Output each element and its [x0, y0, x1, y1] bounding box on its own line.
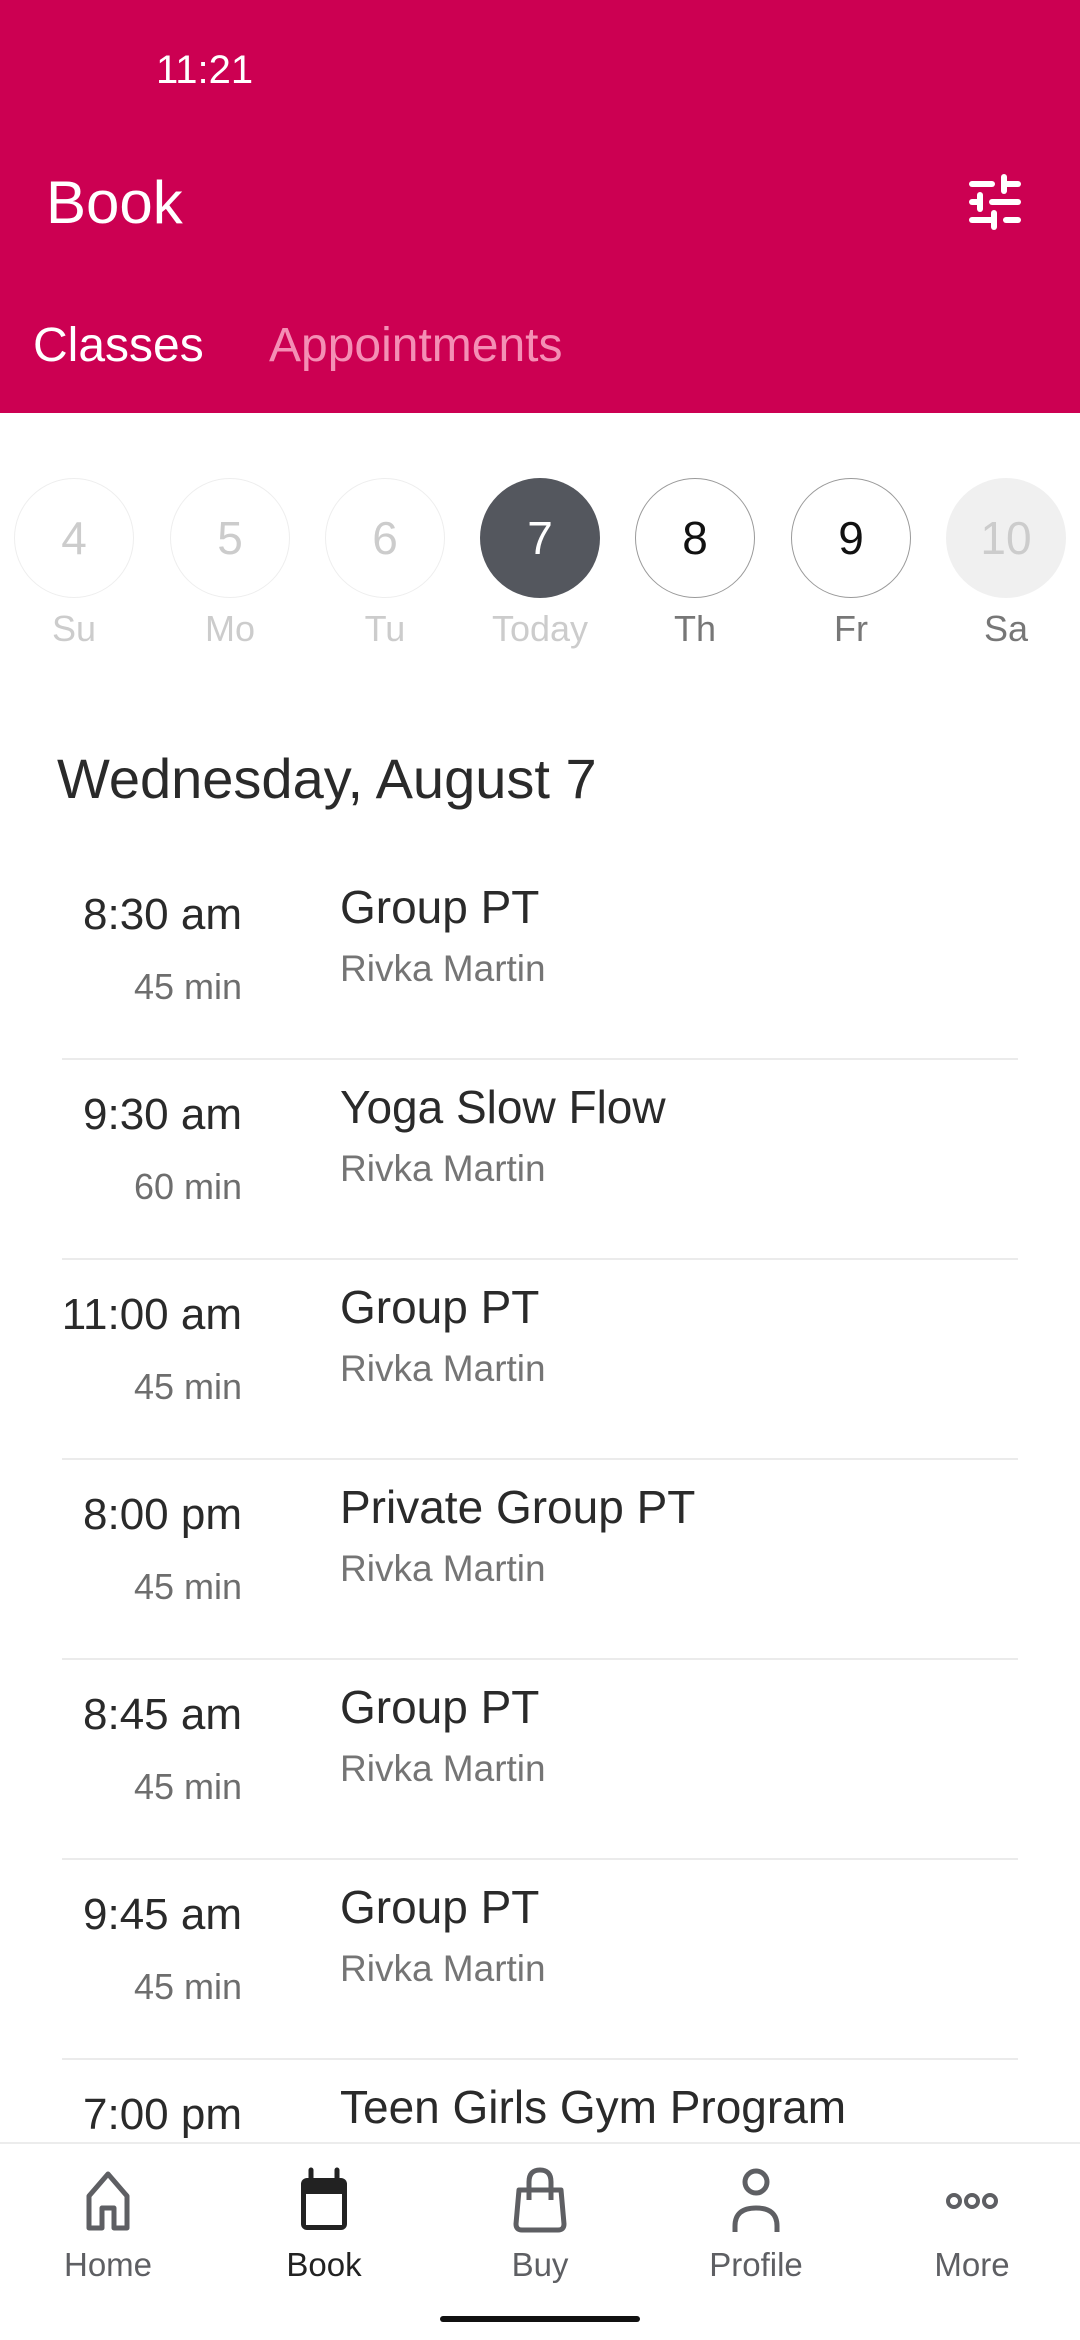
class-time: 9:30 am — [83, 1090, 242, 1139]
class-name: Group PT — [340, 1281, 540, 1333]
app-header: 11:21 Book Classes Appointments — [0, 0, 1080, 413]
class-time: 8:00 pm — [83, 1490, 242, 1539]
class-name: Teen Girls Gym Program — [340, 2081, 847, 2133]
status-bar-time: 11:21 — [156, 48, 254, 92]
class-name: Group PT — [340, 881, 540, 933]
nav-profile[interactable]: Profile — [676, 2166, 836, 2284]
day-today[interactable]: 7 Today — [480, 478, 600, 650]
class-row[interactable]: 9:45 am Group PT 45 min Rivka Martin — [0, 1860, 1080, 2060]
day-label: Mo — [204, 608, 255, 649]
nav-book[interactable]: Book — [244, 2166, 404, 2284]
class-instructor: Rivka Martin — [340, 1948, 546, 1989]
more-dots-icon — [946, 2193, 998, 2209]
class-time: 11:00 am — [61, 1290, 242, 1339]
day-label: Sa — [983, 608, 1029, 649]
class-list: 8:30 am Group PT 45 min Rivka Martin 9:30 am… — [0, 860, 1080, 2142]
day-sa[interactable]: 10 Sa — [946, 478, 1066, 650]
class-duration: 45 min — [133, 966, 242, 1007]
day-label: Su — [51, 608, 97, 649]
class-duration: 60 min — [133, 1166, 242, 1207]
day-number: 9 — [791, 478, 911, 598]
filter-button[interactable] — [968, 174, 1024, 230]
class-instructor: Rivka Martin — [340, 1148, 546, 1189]
class-time: 7:00 pm — [83, 2090, 242, 2139]
day-number: 8 — [635, 478, 755, 598]
class-instructor: Rivka Martin — [340, 948, 546, 989]
page-title: Book — [46, 169, 183, 236]
tab-classes[interactable]: Classes — [33, 318, 204, 373]
class-duration: 45 min — [133, 1966, 242, 2007]
class-time: 8:45 am — [83, 1690, 242, 1739]
class-instructor: Rivka Martin — [340, 1348, 546, 1389]
day-tu[interactable]: 6 Tu — [325, 478, 445, 650]
class-row[interactable]: 7:00 pm Teen Girls Gym Program — [0, 2060, 1080, 2142]
nav-label: Home — [63, 2246, 153, 2283]
class-duration: 45 min — [133, 1566, 242, 1607]
class-name: Yoga Slow Flow — [340, 1081, 666, 1133]
class-name: Group PT — [340, 1881, 540, 1933]
day-label: Tu — [364, 608, 406, 649]
home-icon — [86, 2171, 130, 2231]
class-name: Private Group PT — [340, 1481, 696, 1533]
nav-label: More — [934, 2246, 1010, 2283]
class-duration: 45 min — [133, 1366, 242, 1407]
class-row[interactable]: 9:30 am Yoga Slow Flow 60 min Rivka Martin — [0, 1060, 1080, 1260]
nav-buy[interactable]: Buy — [460, 2166, 620, 2284]
nav-home[interactable]: Home — [28, 2166, 188, 2284]
class-row[interactable]: 11:00 am Group PT 45 min Rivka Martin — [0, 1260, 1080, 1460]
sliders-icon — [969, 174, 1021, 230]
day-fr[interactable]: 9 Fr — [791, 478, 911, 650]
day-number: 4 — [14, 478, 134, 598]
day-label: Fr — [834, 608, 868, 649]
class-name: Group PT — [340, 1681, 540, 1733]
day-number: 5 — [170, 478, 290, 598]
nav-label: Profile — [709, 2246, 803, 2283]
bottom-nav: Home Book Buy Profile More — [0, 2142, 1080, 2340]
class-instructor: Rivka Martin — [340, 1548, 546, 1589]
nav-label: Book — [286, 2246, 362, 2283]
person-icon — [732, 2168, 780, 2232]
class-instructor: Rivka Martin — [340, 1748, 546, 1789]
shopping-bag-icon — [513, 2167, 567, 2233]
day-mo[interactable]: 5 Mo — [170, 478, 290, 650]
class-row[interactable]: 8:00 pm Private Group PT 45 min Rivka Marti… — [0, 1460, 1080, 1660]
class-time: 9:45 am — [83, 1890, 242, 1939]
nav-more[interactable]: More — [892, 2166, 1052, 2284]
day-number: 10 — [946, 478, 1066, 598]
class-time: 8:30 am — [83, 890, 242, 939]
class-row[interactable]: 8:45 am Group PT 45 min Rivka Martin — [0, 1660, 1080, 1860]
nav-label: Buy — [511, 2246, 569, 2283]
day-su[interactable]: 4 Su — [14, 478, 134, 650]
day-selector: 4 Su 5 Mo 6 Tu 7 Today 8 Th 9 Fr 10 Sa — [0, 478, 1080, 658]
date-heading: Wednesday, August 7 — [57, 747, 597, 810]
day-label: Today — [491, 608, 589, 649]
home-indicator — [440, 2316, 640, 2322]
calendar-icon — [301, 2167, 347, 2230]
day-number: 6 — [325, 478, 445, 598]
day-label: Th — [673, 608, 716, 649]
class-duration: 45 min — [133, 1766, 242, 1807]
day-th[interactable]: 8 Th — [635, 478, 755, 650]
tab-appointments[interactable]: Appointments — [269, 318, 563, 373]
class-row[interactable]: 8:30 am Group PT 45 min Rivka Martin — [0, 860, 1080, 1060]
day-number: 7 — [480, 478, 600, 598]
